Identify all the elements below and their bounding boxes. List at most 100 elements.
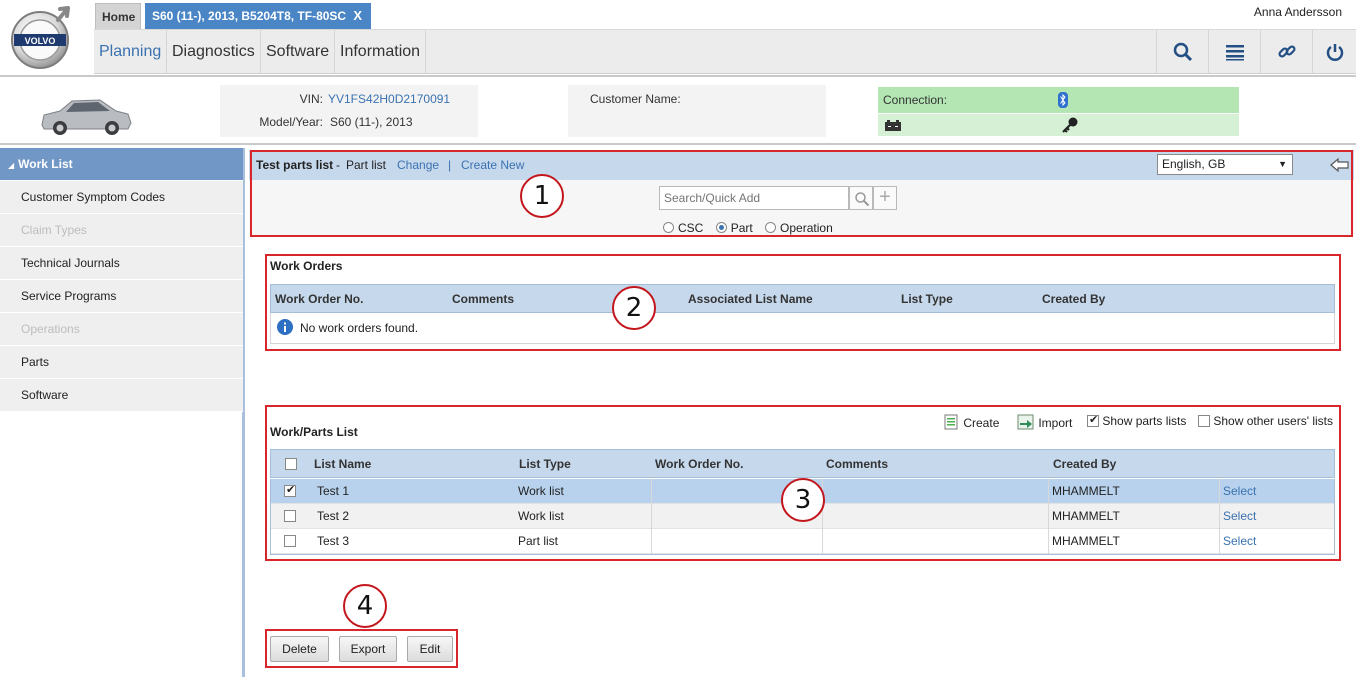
callout-2: 2 bbox=[612, 286, 656, 330]
status-row bbox=[878, 114, 1239, 136]
nav-information[interactable]: Information bbox=[335, 30, 427, 74]
col-comments[interactable]: Comments bbox=[452, 292, 514, 306]
battery-icon bbox=[885, 120, 901, 131]
parts-list-title: Work/Parts List bbox=[270, 425, 358, 439]
row-created-by: MHAMMELT bbox=[1052, 509, 1120, 523]
model-year-label: Model/Year: bbox=[259, 115, 323, 129]
table-row[interactable]: Test 3 Part list MHAMMELT Select bbox=[270, 529, 1335, 554]
user-name: Anna Andersson bbox=[1253, 5, 1342, 19]
show-parts-lists-toggle[interactable]: Show parts lists bbox=[1087, 413, 1187, 428]
key-icon bbox=[1062, 117, 1078, 133]
logo-text: VOLVO bbox=[25, 36, 56, 46]
row-checkbox[interactable] bbox=[284, 535, 296, 547]
col-created-by[interactable]: Created By bbox=[1042, 292, 1105, 306]
vehicle-details: VIN: YV1FS42H0D2170091 Model/Year: S60 (… bbox=[220, 85, 478, 137]
work-orders-empty-row: No work orders found. bbox=[270, 313, 1335, 344]
create-label: Create bbox=[963, 416, 1000, 430]
sidebar-item-label: Work List bbox=[18, 157, 73, 171]
tab-home[interactable]: Home bbox=[95, 3, 141, 29]
callout-4: 4 bbox=[343, 584, 387, 628]
col-list-type[interactable]: List Type bbox=[901, 292, 953, 306]
row-created-by: MHAMMELT bbox=[1052, 484, 1120, 498]
row-select-link[interactable]: Select bbox=[1223, 509, 1256, 523]
sidebar-item-software[interactable]: Software bbox=[0, 379, 243, 412]
nav-planning[interactable]: Planning bbox=[94, 30, 168, 74]
menu-button[interactable] bbox=[1208, 30, 1260, 74]
edit-button[interactable]: Edit bbox=[407, 636, 453, 662]
empty-message: No work orders found. bbox=[300, 321, 419, 335]
vehicle-info-bar: VIN: YV1FS42H0D2170091 Model/Year: S60 (… bbox=[0, 75, 1356, 145]
row-list-type: Part list bbox=[518, 534, 559, 548]
row-list-type: Work list bbox=[518, 484, 564, 498]
row-select-link[interactable]: Select bbox=[1223, 534, 1256, 548]
show-other-label: Show other users' lists bbox=[1213, 414, 1334, 428]
callout-1: 1 bbox=[520, 174, 564, 218]
tab-vehicle-label: S60 (11-), 2013, B5204T8, TF-80SC bbox=[152, 9, 347, 23]
power-button[interactable] bbox=[1312, 30, 1356, 74]
col-created-by[interactable]: Created By bbox=[1053, 457, 1116, 471]
create-list-icon bbox=[944, 414, 958, 430]
link-button[interactable] bbox=[1260, 30, 1312, 74]
top-bar: VOLVO Home S60 (11-), 2013, B5204T8, TF-… bbox=[0, 0, 1356, 75]
sidebar-item-parts[interactable]: Parts bbox=[0, 346, 243, 379]
col-list-type[interactable]: List Type bbox=[519, 457, 571, 471]
row-select-link[interactable]: Select bbox=[1223, 484, 1256, 498]
sidebar-item-operations: Operations bbox=[0, 313, 243, 346]
import-icon bbox=[1017, 414, 1034, 430]
import-action[interactable]: Import bbox=[1017, 414, 1072, 430]
info-icon bbox=[277, 319, 293, 335]
sidebar-item-claim-types: Claim Types bbox=[0, 214, 243, 247]
col-list-name[interactable]: List Name bbox=[314, 457, 371, 471]
parts-list-header: List Name List Type Work Order No. Comme… bbox=[270, 449, 1335, 478]
col-associated-list-name[interactable]: Associated List Name bbox=[688, 292, 813, 306]
show-parts-checkbox[interactable] bbox=[1087, 413, 1099, 427]
row-list-type: Work list bbox=[518, 509, 564, 523]
nav-software[interactable]: Software bbox=[261, 30, 336, 74]
import-label: Import bbox=[1038, 416, 1073, 430]
power-icon bbox=[1326, 44, 1343, 61]
select-all-checkbox[interactable] bbox=[285, 458, 297, 470]
customer-name-label: Customer Name: bbox=[590, 92, 681, 106]
vin-value[interactable]: YV1FS42H0D2170091 bbox=[328, 92, 450, 106]
delete-button[interactable]: Delete bbox=[270, 636, 329, 662]
search-button[interactable] bbox=[1156, 30, 1208, 74]
volvo-logo[interactable]: VOLVO bbox=[8, 4, 76, 72]
tab-vehicle[interactable]: S60 (11-), 2013, B5204T8, TF-80SC X bbox=[145, 3, 371, 29]
expand-triangle-icon: ◢ bbox=[8, 161, 15, 170]
sidebar-item-customer-symptom-codes[interactable]: Customer Symptom Codes bbox=[0, 181, 243, 214]
export-button[interactable]: Export bbox=[339, 636, 397, 662]
car-image bbox=[41, 99, 132, 135]
highlight-box-1 bbox=[250, 150, 1353, 237]
row-created-by: MHAMMELT bbox=[1052, 534, 1120, 548]
vin-label: VIN: bbox=[299, 92, 323, 106]
sidebar-item-service-programs[interactable]: Service Programs bbox=[0, 280, 243, 313]
model-year-value: S60 (11-), 2013 bbox=[330, 115, 413, 129]
sidebar: ◢ Work List Customer Symptom Codes Claim … bbox=[0, 148, 245, 677]
sidebar-item-work-list[interactable]: ◢ Work List bbox=[0, 148, 243, 181]
customer-box: Customer Name: bbox=[568, 85, 826, 137]
show-other-users-checkbox[interactable] bbox=[1198, 415, 1210, 427]
create-action[interactable]: Create bbox=[944, 414, 999, 430]
sidebar-item-technical-journals[interactable]: Technical Journals bbox=[0, 247, 243, 280]
show-other-users-toggle[interactable]: Show other users' lists bbox=[1198, 414, 1333, 428]
row-checkbox[interactable] bbox=[284, 510, 296, 522]
show-parts-label: Show parts lists bbox=[1102, 414, 1187, 428]
connection-label: Connection: bbox=[883, 93, 948, 107]
main-nav: Planning Diagnostics Software Informatio… bbox=[94, 29, 1356, 74]
connection-status: Connection: bbox=[878, 87, 1239, 113]
row-list-name: Test 1 bbox=[317, 484, 350, 498]
work-orders-header: Work Order No. Comments Associated List … bbox=[270, 284, 1335, 313]
col-work-order-no[interactable]: Work Order No. bbox=[655, 457, 743, 471]
row-list-name: Test 3 bbox=[317, 534, 350, 548]
bluetooth-icon bbox=[1058, 92, 1068, 108]
list-icon bbox=[1225, 45, 1244, 61]
link-icon bbox=[1277, 45, 1296, 58]
search-icon bbox=[1173, 42, 1192, 62]
work-orders-title: Work Orders bbox=[270, 259, 343, 273]
row-list-name: Test 2 bbox=[317, 509, 350, 523]
close-tab-icon[interactable]: X bbox=[353, 3, 362, 29]
col-work-order-no[interactable]: Work Order No. bbox=[275, 292, 363, 306]
row-checkbox[interactable] bbox=[284, 483, 296, 497]
nav-diagnostics[interactable]: Diagnostics bbox=[167, 30, 261, 74]
col-comments[interactable]: Comments bbox=[826, 457, 888, 471]
